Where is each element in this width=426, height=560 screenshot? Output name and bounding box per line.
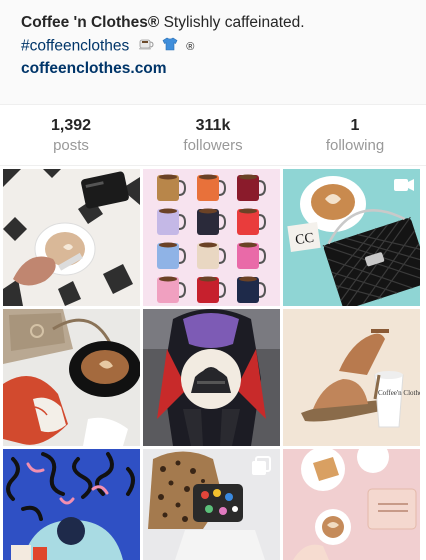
post-leopard-coat-pins[interactable] (143, 449, 280, 560)
post-pink-table-coffee[interactable] (283, 449, 420, 560)
stat-followers[interactable]: 311k followers (142, 117, 284, 154)
post-latte-clutch-tiles[interactable] (3, 169, 140, 306)
profile-stats: 1,392 posts 311k followers 1 following (0, 104, 426, 166)
post-grid: CC Coffee'n Cloth (0, 168, 426, 560)
mug-label-1: Coffee'n Clothes (378, 389, 420, 397)
following-label: following (325, 137, 385, 154)
posts-label: posts (53, 137, 89, 154)
post-colorful-mugs-grid[interactable] (143, 169, 280, 306)
stat-posts[interactable]: 1,392 posts (0, 117, 142, 154)
post-gucci-bag-coffee-cup[interactable] (3, 309, 140, 446)
post-chanel-quilted-bag-latte[interactable]: CC (283, 169, 420, 306)
followers-count: 311k (195, 117, 231, 134)
posts-count: 1,392 (50, 117, 92, 134)
followers-label: followers (183, 137, 243, 154)
post-squiggle-illustration[interactable] (3, 449, 140, 560)
stat-following[interactable]: 1 following (284, 117, 426, 154)
profile-tagline: Stylishly caffeinated. (163, 14, 305, 31)
post-street-style-bag[interactable] (143, 309, 280, 446)
website-link[interactable]: coffeenclothes.com (21, 60, 167, 78)
coffee-cup-icon (138, 37, 154, 56)
profile-name: Coffee 'n Clothes® (21, 14, 160, 31)
following-count: 1 (350, 117, 360, 134)
bio-title-line: Coffee 'n Clothes® Stylishly caffeinated… (21, 14, 305, 32)
bio-hashtag-line: #coffeenclothes ® (21, 37, 194, 56)
svg-text:CC: CC (294, 231, 315, 248)
registered-mark: ® (186, 40, 195, 53)
profile-bio: Coffee 'n Clothes® Stylishly caffeinated… (0, 0, 426, 104)
hashtag-link[interactable]: #coffeenclothes (21, 38, 129, 55)
post-sandal-cup[interactable]: Coffee'n Clothes (283, 309, 420, 446)
video-icon (394, 179, 414, 191)
shirt-icon (162, 37, 178, 56)
